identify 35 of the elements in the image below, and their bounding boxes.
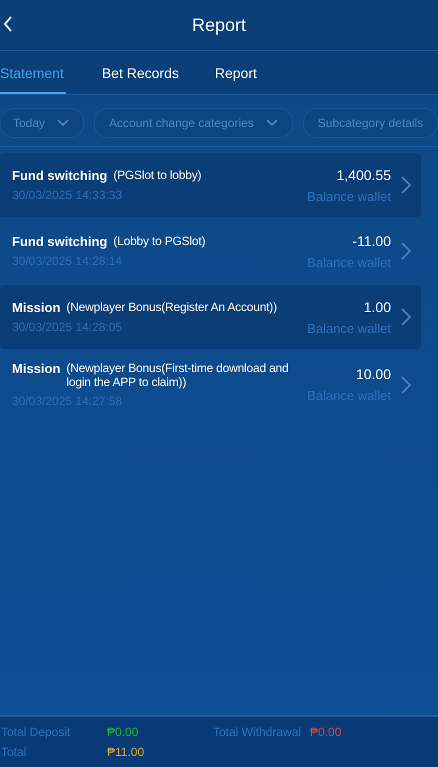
tab[interactable]: Bet Records (102, 51, 179, 94)
summary-value: ₱0.00 (107, 725, 140, 739)
record-time: 30/03/2025 14:28:05 (12, 320, 124, 334)
chevron-down-icon (266, 119, 278, 127)
back-icon[interactable] (3, 16, 13, 32)
wallet-label: Balance wallet (307, 320, 391, 336)
record-type: Fund switching (12, 234, 108, 249)
record-time: 30/03/2025 14:33:33 (12, 188, 124, 202)
wallet-label: Balance wallet (307, 188, 391, 204)
record-detail: (PGSlot to lobby) (113, 168, 202, 182)
record-type: Mission (12, 361, 60, 376)
summary-label: Total (1, 745, 28, 759)
record-type: Fund switching (12, 168, 108, 183)
chevron-down-icon (57, 119, 70, 127)
record-row[interactable]: Fund switching (PGSlot to lobby) 30/03/2025 14:33:33 1,400.55 Balance wallet (0, 153, 421, 217)
summary-value: ₱0.00 (310, 725, 342, 739)
tab[interactable]: Statement (0, 51, 66, 94)
chevron-right-icon (401, 176, 411, 194)
chevron-right-icon (401, 308, 411, 326)
record-type: Mission (12, 300, 60, 315)
record-detail: (Newplayer Bonus(Register An Account)) (66, 300, 277, 314)
summary-label: Total Withdrawal (213, 725, 302, 739)
chevron-right-icon (401, 376, 411, 394)
summary-value: ₱11.00 (107, 745, 146, 759)
tab[interactable]: Report (214, 51, 257, 94)
record-amount: 10.00 (356, 366, 391, 382)
page-title: Report (192, 14, 246, 36)
record-amount: 1.00 (364, 298, 391, 314)
record-detail: (Newplayer Bonus(First-time download and login the APP to claim)) (66, 361, 290, 389)
record-row[interactable]: Mission (Newplayer Bonus(Register An Account)) 30/03/2025 14:28:05 1.00 Balance wallet (0, 285, 421, 349)
record-amount: 1,400.55 (336, 166, 391, 182)
record-amount: -11.00 (352, 232, 391, 248)
summary-label: Total Deposit (1, 725, 72, 739)
record-detail: (Lobby to PGSlot) (113, 234, 206, 248)
chevron-right-icon (401, 242, 411, 260)
